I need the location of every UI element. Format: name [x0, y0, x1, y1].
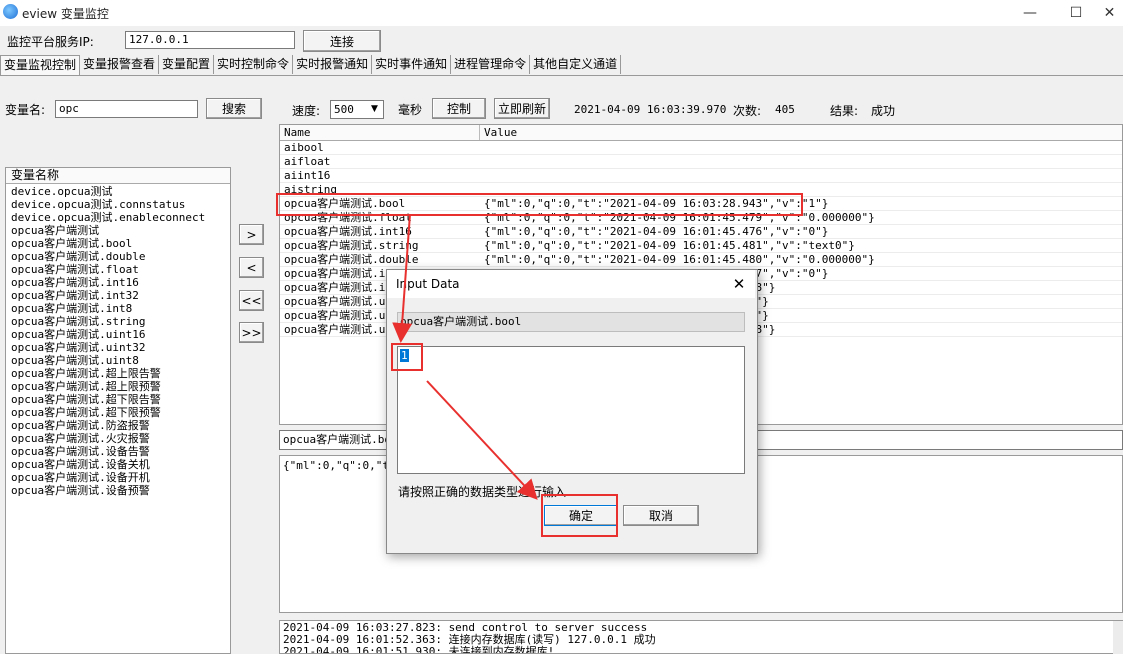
arrow-input-to-ok: [426, 380, 538, 500]
annotation-arrows: [392, 213, 538, 500]
arrow-row-to-input: [392, 213, 413, 343]
